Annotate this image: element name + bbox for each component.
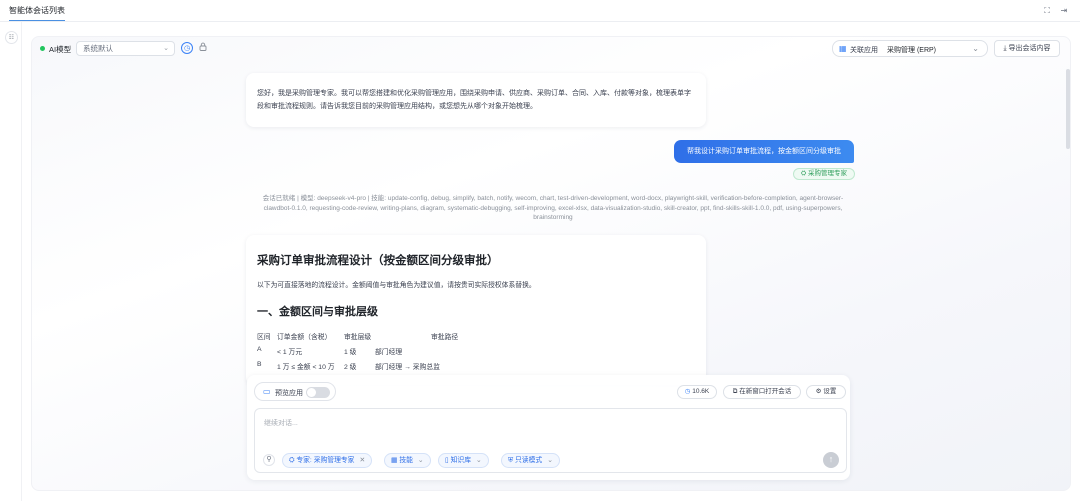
chevron-down-icon: ⌄ — [417, 457, 424, 464]
table-header-cell: 区间 — [257, 334, 271, 341]
export-label: 导出会话内容 — [1008, 45, 1051, 52]
message-input[interactable]: 继续对话... ⚲ ⛭ 专家: 采购管理专家 ✕ ▦ 技能 ⌄ ▯ 知识库 ⌄ ⛨ 只… — [254, 408, 847, 473]
model-select-value: 系统默认 — [83, 44, 113, 53]
chevron-down-icon: ⌄ — [547, 457, 553, 464]
message-input-placeholder: 继续对话... — [264, 420, 298, 427]
chevron-down-icon: ⌄ — [972, 44, 979, 53]
table-row: B 1 万 ≤ 金额 < 10 万 2 级 部门经理 → 采购总监 — [257, 361, 557, 374]
user-message: 帮我设计采购订单审批流程，按金额区间分级审批 — [674, 140, 854, 163]
intro-text: 您好，我是采购管理专家。我可以帮您搭建和优化采购管理应用，围绕采购申请、供应商、… — [257, 90, 691, 110]
robot-icon: ⛭ — [800, 170, 808, 177]
window-icon: ▭ — [263, 387, 271, 396]
mode-chip-label: 只读模式 — [515, 457, 543, 464]
assistant-intro-message: 您好，我是采购管理专家。我可以帮您搭建和优化采购管理应用，围绕采购申请、供应商、… — [246, 73, 706, 127]
answer-title: 采购订单审批流程设计（按金额区间分级审批） — [257, 255, 499, 267]
switch-knob — [307, 388, 316, 397]
expert-badge-label: 采购管理专家 — [808, 170, 847, 177]
related-app-select[interactable]: ▦ 关联应用 采购管理 (ERP) ⌄ — [832, 40, 988, 57]
chat-panel: AI模型 系统默认 ⌄ ◷ ▦ 关联应用 采购管理 (ERP) ⌄ ⤓ 导出会话… — [31, 36, 1071, 491]
preview-switch[interactable] — [306, 387, 330, 398]
top-bar: 智能体会话列表 ⛶ ⇥ — [0, 0, 1080, 22]
table-header-cell: 审批路径 — [431, 334, 459, 341]
table-cell: 2 级 — [344, 364, 357, 371]
answer-section-heading: 一、金额区间与审批层级 — [257, 306, 378, 318]
table-cell: 1 级 — [344, 349, 357, 356]
answer-lead: 以下为可直接落地的流程设计。金额阈值与审批角色为建议值，请按贵司实际授权体系替换… — [257, 282, 536, 289]
table-cell: 部门经理 → 采购总监 — [375, 364, 440, 371]
table-header-cell: 审批层级 — [344, 334, 372, 341]
ai-model-label: AI模型 — [49, 45, 72, 54]
table-cell: A — [257, 346, 262, 353]
skills-chip[interactable]: ▦ 技能 ⌄ — [384, 453, 431, 468]
table-cell: 1 万 ≤ 金额 < 10 万 — [277, 364, 335, 371]
chat-toolbar: AI模型 系统默认 ⌄ ◷ ▦ 关联应用 采购管理 (ERP) ⌄ ⤓ 导出会话… — [32, 37, 1070, 63]
status-dot — [40, 46, 45, 51]
collapse-icon[interactable]: ⇥ — [1059, 6, 1069, 16]
knowledge-chip-label: 知识库 — [450, 457, 472, 464]
menu-icon[interactable]: ☷ — [5, 31, 18, 44]
shield-icon: ⛨ — [508, 457, 515, 464]
chevron-down-icon: ⌄ — [163, 45, 169, 52]
export-button[interactable]: ⤓ 导出会话内容 — [994, 40, 1060, 57]
knowledge-chip[interactable]: ▯ 知识库 ⌄ — [438, 453, 489, 468]
table-cell: B — [257, 361, 262, 368]
grid-icon: ▦ — [839, 44, 847, 53]
tab-session-list[interactable]: 智能体会话列表 — [9, 0, 65, 21]
mode-chip[interactable]: ⛨ 只读模式 ⌄ — [501, 453, 560, 468]
open-new-window-button[interactable]: ⧉ 在新窗口打开会话 — [723, 385, 801, 399]
settings-button[interactable]: ⚙ 设置 — [806, 385, 846, 399]
token-usage-badge[interactable]: ◷ 10.6K — [677, 385, 717, 399]
left-rail: ☷ — [0, 22, 22, 501]
assistant-answer: 采购订单审批流程设计（按金额区间分级审批） 以下为可直接落地的流程设计。金额阈值… — [246, 235, 706, 385]
skills-chip-label: 技能 — [399, 457, 413, 464]
scrollbar[interactable] — [1066, 69, 1070, 149]
table-row: A < 1 万元 1 级 部门经理 — [257, 346, 557, 359]
lock-icon[interactable] — [197, 42, 209, 54]
related-app-label: 关联应用 — [850, 47, 878, 54]
session-meta: 会话已就绪 | 模型: deepseek-v4-pro | 技能: update… — [262, 195, 844, 221]
token-usage-label: 10.6K — [692, 388, 710, 395]
preview-label: 预览应用 — [275, 390, 303, 397]
table-header-cell: 订单金额（含税） — [277, 334, 332, 341]
attach-icon[interactable]: ⚲ — [263, 454, 275, 466]
expand-icon[interactable]: ⛶ — [1042, 6, 1052, 16]
approval-table: 区间 订单金额（含税） 审批层级 审批路径 A < 1 万元 1 级 部门经理 … — [257, 331, 557, 374]
open-new-window-label: 在新窗口打开会话 — [739, 388, 792, 395]
related-app-value: 采购管理 (ERP) — [887, 47, 936, 54]
table-cell: 部门经理 — [375, 349, 403, 356]
expert-chip-label: 专家: 采购管理专家 — [296, 457, 355, 464]
chevron-down-icon: ⌄ — [476, 457, 482, 464]
composer: ▭ 预览应用 ◷ 10.6K ⧉ 在新窗口打开会话 ⚙ 设置 继续对话... ⚲… — [247, 375, 850, 480]
expert-badge: ⛭ 采购管理专家 — [793, 168, 855, 180]
table-header-row: 区间 订单金额（含税） 审批层级 审批路径 — [257, 331, 557, 344]
table-cell: < 1 万元 — [277, 349, 303, 356]
close-icon[interactable]: ✕ — [359, 457, 365, 464]
send-button[interactable]: ↑ — [823, 452, 839, 468]
model-select[interactable]: 系统默认 ⌄ — [76, 41, 175, 56]
expert-chip[interactable]: ⛭ 专家: 采购管理专家 ✕ — [282, 453, 373, 468]
history-icon[interactable]: ◷ — [181, 42, 193, 54]
preview-app-toggle[interactable]: ▭ 预览应用 — [254, 382, 336, 401]
settings-label: 设置 — [823, 388, 837, 395]
